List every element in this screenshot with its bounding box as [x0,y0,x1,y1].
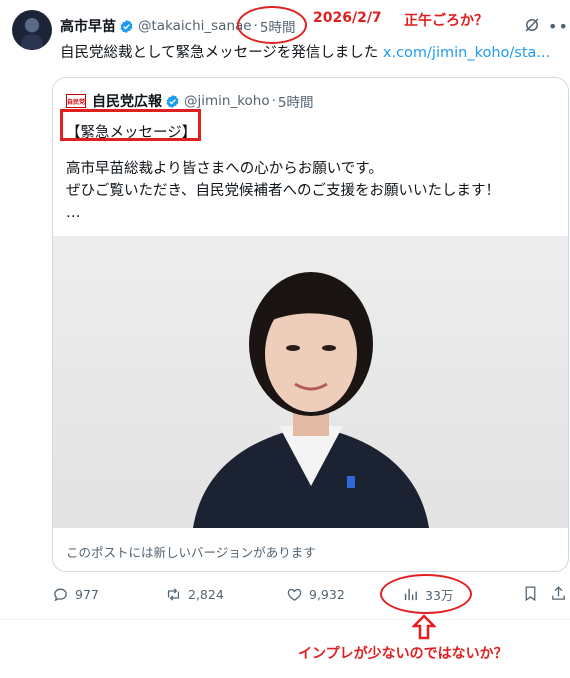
line-spacer [66,144,500,158]
annotation-impression-question: インプレが少ないのではないか？ [298,646,508,662]
quote-video-thumbnail[interactable] [53,236,568,528]
action-bar: 977 2,824 9,932 33万 [52,583,570,605]
quote-line: … [66,205,81,221]
share-icon[interactable] [550,585,567,602]
quoted-post[interactable]: 自民党 自民党広報 @jimin_koho · 5時間 【緊急メッセージ】 高市… [52,77,569,572]
divider [0,619,570,620]
reply-button[interactable]: 977 [52,583,99,605]
like-icon [287,588,302,601]
post-text: 自民党総裁として緊急メッセージを発信しました x.com/jimin_koho/… [60,41,550,62]
quote-handle[interactable]: @jimin_koho [184,93,270,109]
repost-count: 2,824 [188,586,224,602]
like-count: 9,932 [309,586,345,602]
quote-avatar[interactable]: 自民党 [66,94,86,108]
verified-badge-icon [120,19,133,33]
more-icon[interactable]: ••• [548,17,570,36]
separator-dot: · [271,93,276,109]
annotation-box-message [60,109,201,141]
lapel-pin [347,476,355,488]
quote-author-name[interactable]: 自民党広報 [92,91,162,111]
quote-logo-text: 自民党 [67,98,86,106]
annotation-noon-question: 正午ごろか？ [404,13,488,29]
avatar[interactable] [12,10,52,50]
repost-button[interactable]: 2,824 [165,583,224,605]
reply-icon [54,588,67,601]
post-link[interactable]: x.com/jimin_koho/sta... [383,45,550,61]
annotation-arrow-icon [412,614,436,640]
annotation-date: 2026/2/7 [313,10,382,26]
repost-icon [167,587,180,601]
post-body: 自民党総裁として緊急メッセージを発信しました [60,45,379,61]
author-handle[interactable]: @takaichi_sanae [138,18,252,34]
grok-icon[interactable] [523,16,541,34]
like-button[interactable]: 9,932 [286,583,345,605]
verified-badge-icon [166,94,179,108]
quote-time[interactable]: 5時間 [278,91,314,111]
bookmark-icon[interactable] [522,585,539,602]
quote-header: 自民党 自民党広報 @jimin_koho · 5時間 [66,91,314,111]
author-name[interactable]: 高市早苗 [60,16,116,36]
annotation-circle-views [380,574,472,614]
reply-count: 977 [75,586,99,602]
quote-line: 高市早苗総裁より皆さまへの心からお願いです。 [66,161,383,177]
new-version-notice[interactable]: このポストには新しいバージョンがあります [66,542,316,561]
annotation-circle-time [237,6,307,44]
quote-line: ぜひご覧いただき、自民党候補者へのご支援をお願いいたします！ [66,183,500,199]
portrait-illustration [193,272,429,528]
